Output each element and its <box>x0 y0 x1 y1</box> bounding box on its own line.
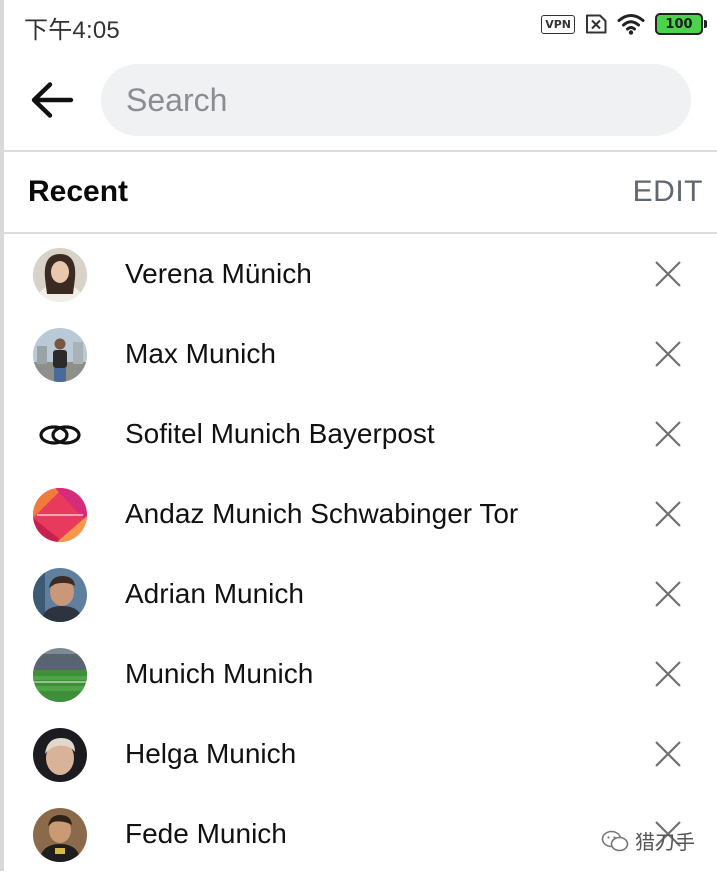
close-icon <box>655 261 681 287</box>
close-icon <box>655 341 681 367</box>
avatar <box>33 248 87 302</box>
recent-item-verena-munich[interactable]: Verena Münich <box>0 234 717 314</box>
remove-recent-button[interactable] <box>652 498 684 530</box>
recent-item-adrian-munich[interactable]: Adrian Munich <box>0 554 717 634</box>
header-divider <box>0 150 717 152</box>
recent-item-name: Sofitel Munich Bayerpost <box>125 418 435 449</box>
remove-recent-button[interactable] <box>652 738 684 770</box>
avatar <box>33 728 87 782</box>
sofitel-logo-icon <box>39 425 81 445</box>
recent-item-name: Helga Munich <box>125 738 297 769</box>
recent-item-helga-munich[interactable]: Helga Munich <box>0 714 717 794</box>
status-icons: VPN 100 <box>541 11 707 37</box>
watermark: 猎刀手 <box>601 826 695 855</box>
close-icon <box>655 421 681 447</box>
recent-item-name: Munich Munich <box>125 658 314 689</box>
watermark-text: 猎刀手 <box>635 832 695 854</box>
arrow-left-icon <box>31 82 74 118</box>
recent-list: Verena Münich Max Munich Sofitel Munich … <box>0 234 717 874</box>
remove-recent-button[interactable] <box>652 578 684 610</box>
remove-recent-button[interactable] <box>652 258 684 290</box>
vpn-icon: VPN <box>541 14 575 34</box>
wifi-icon <box>617 13 645 35</box>
remove-recent-button[interactable] <box>652 418 684 450</box>
wechat-icon <box>601 830 629 851</box>
recent-item-name: Verena Münich <box>125 258 312 289</box>
remove-recent-button[interactable] <box>652 338 684 370</box>
recent-item-munich-munich[interactable]: Munich Munich <box>0 634 717 714</box>
remove-recent-button[interactable] <box>652 658 684 690</box>
andaz-logo-icon <box>33 488 87 542</box>
avatar <box>33 328 87 382</box>
close-icon <box>655 741 681 767</box>
recent-item-max-munich[interactable]: Max Munich <box>0 314 717 394</box>
avatar <box>33 408 87 462</box>
avatar <box>33 488 87 542</box>
no-sim-icon <box>585 14 607 34</box>
recent-heading: Recent <box>28 175 129 208</box>
back-button[interactable] <box>26 76 78 124</box>
recent-item-name: Max Munich <box>125 338 276 369</box>
close-icon <box>655 581 681 607</box>
edit-button[interactable]: EDIT <box>633 175 703 209</box>
search-bar[interactable] <box>101 64 691 136</box>
search-input[interactable] <box>124 80 668 120</box>
avatar <box>33 808 87 862</box>
status-bar: 下午4:05 VPN 100 <box>0 0 717 48</box>
recent-item-name: Adrian Munich <box>125 578 304 609</box>
recent-item-name: Fede Munich <box>125 818 287 849</box>
close-icon <box>655 501 681 527</box>
recent-item-name: Andaz Munich Schwabinger Tor <box>125 498 519 529</box>
battery-icon: 100 <box>655 13 707 35</box>
recent-item-andaz-munich[interactable]: Andaz Munich Schwabinger Tor <box>0 474 717 554</box>
avatar <box>33 648 87 702</box>
recent-item-sofitel-munich-bayerpost[interactable]: Sofitel Munich Bayerpost <box>0 394 717 474</box>
close-icon <box>655 661 681 687</box>
status-time: 下午4:05 <box>24 17 120 44</box>
avatar <box>33 568 87 622</box>
